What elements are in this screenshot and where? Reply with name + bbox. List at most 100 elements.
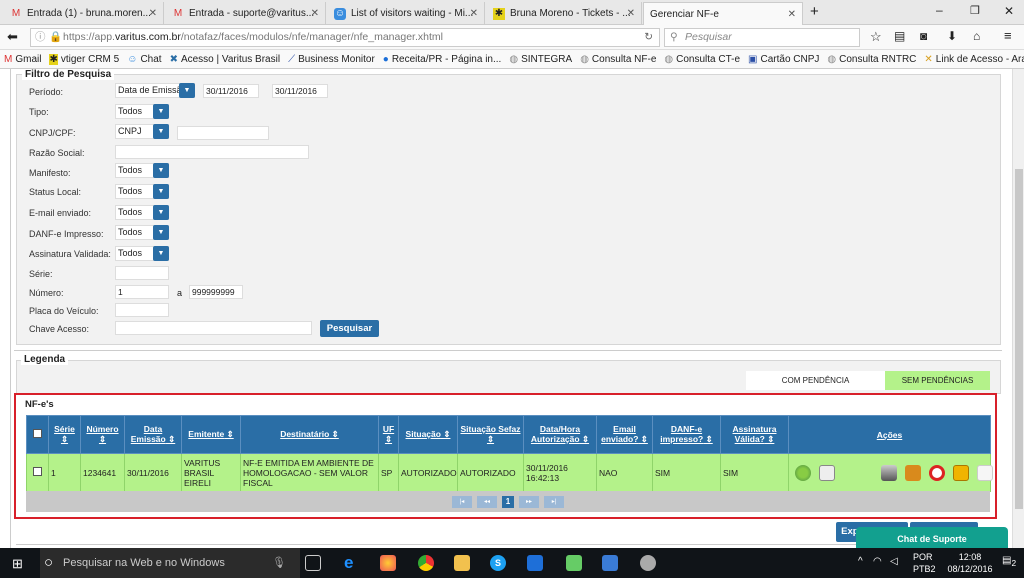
close-window-button[interactable]: ✕ — [1004, 4, 1014, 18]
firefox-icon[interactable] — [380, 555, 396, 571]
clock[interactable]: 12:08 08/12/2016 — [945, 551, 995, 575]
row-checkbox[interactable] — [26, 453, 49, 492]
restore-button[interactable]: ❐ — [970, 4, 980, 17]
col-data-autorizacao[interactable]: Data/Hora Autorização ⇕ — [523, 415, 597, 454]
scrollbar-thumb[interactable] — [1015, 169, 1023, 509]
status-select[interactable]: Todos ▼ — [115, 184, 169, 199]
bookmark-gmail[interactable]: M Gmail — [4, 54, 41, 65]
tab-visitors[interactable]: ☺ List of visitors waiting - Mi... ✕ — [328, 2, 485, 25]
next-page-button[interactable]: ▸▸ — [519, 495, 539, 508]
numero-from-input[interactable]: 1 — [115, 285, 169, 299]
col-destinatario[interactable]: Destinatário ⇕ — [240, 415, 379, 454]
task-view-icon[interactable] — [305, 555, 321, 571]
wifi-icon[interactable]: ◠ — [873, 556, 882, 567]
printer-icon[interactable] — [881, 464, 897, 481]
skype-icon[interactable]: S — [490, 555, 506, 571]
tipo-select[interactable]: Todos ▼ — [115, 104, 169, 119]
url-bar[interactable]: ⓘ 🔒 https://app.varitus.com.br/notafaz/fac… — [30, 28, 660, 47]
select-all-checkbox[interactable] — [26, 415, 49, 454]
assinatura-select[interactable]: Todos ▼ — [115, 246, 169, 261]
new-tab-button[interactable]: + — [810, 3, 819, 20]
tab-gmail-inbox[interactable]: M Entrada (1) - bruna.moren... ✕ — [4, 2, 164, 25]
scrollbar[interactable] — [1012, 69, 1024, 548]
email-open-icon[interactable] — [977, 464, 993, 481]
date-to-input[interactable]: 30/11/2016 — [272, 84, 328, 98]
home-icon[interactable]: ⌂ — [973, 29, 980, 43]
document-icon[interactable] — [602, 555, 618, 571]
col-assinatura-valida[interactable]: Assinatura Válida? ⇕ — [720, 415, 789, 454]
tab-tickets[interactable]: ✱ Bruna Moreno - Tickets - ... ✕ — [487, 2, 642, 25]
col-emitente[interactable]: Emitente ⇕ — [181, 415, 241, 454]
volume-icon[interactable]: ◁ — [890, 556, 898, 567]
edge-icon[interactable]: e — [344, 554, 360, 571]
cnpj-select[interactable]: CNPJ ▼ — [115, 124, 169, 139]
app-icon[interactable] — [566, 555, 582, 571]
table-row[interactable]: 1 1234641 30/11/2016 VARITUS BRASIL EIRE… — [26, 453, 993, 492]
search-box[interactable]: ⚲ Pesquisar — [664, 28, 860, 47]
bookmark-consulta-nfe[interactable]: ◍ Consulta NF-e — [580, 54, 656, 65]
reload-icon[interactable]: ↻ — [644, 29, 653, 46]
bookmark-receita[interactable]: ● Receita/PR - Página in... — [383, 54, 502, 65]
bookmark-consulta-cte[interactable]: ◍ Consulta CT-e — [664, 54, 740, 65]
serie-input[interactable] — [115, 266, 169, 280]
bookmark-star-icon[interactable]: ☆ — [870, 29, 882, 45]
download-icon[interactable]: ⬇ — [947, 29, 957, 43]
bookmark-link-acesso[interactable]: ✕Link de Acesso - Arara... — [924, 54, 1024, 65]
date-from-input[interactable]: 30/11/2016 — [203, 84, 259, 98]
language-indicator[interactable]: POR PTB2 — [913, 551, 936, 575]
notifications-icon[interactable]: ▤2 — [1002, 555, 1016, 568]
tab-gerenciar-nfe[interactable]: Gerenciar NF-e ✕ — [643, 2, 803, 25]
numero-to-input[interactable]: 999999999 — [189, 285, 243, 299]
page-1-button[interactable]: 1 — [502, 495, 514, 508]
bookmark-acesso[interactable]: ✖ Acesso | Varitus Brasil — [170, 54, 281, 65]
col-situacao[interactable]: Situação ⇕ — [398, 415, 458, 454]
bookmark-vtiger[interactable]: ✱ vtiger CRM 5 — [49, 53, 119, 65]
bookmark-consulta-rntrc[interactable]: ◍ Consulta RNTRC — [827, 54, 916, 65]
paint-icon[interactable] — [640, 555, 656, 571]
col-data-emissao[interactable]: Data Emissão ⇕ — [124, 415, 182, 454]
bookmark-cartao-cnpj[interactable]: ▣ Cartão CNPJ — [748, 54, 819, 65]
box-icon[interactable] — [905, 464, 921, 481]
bookmark-business-monitor[interactable]: ⟋ Business Monitor — [288, 54, 375, 65]
email-select[interactable]: Todos ▼ — [115, 205, 169, 220]
manifesto-select[interactable]: Todos ▼ — [115, 163, 169, 178]
col-numero[interactable]: Número ⇕ — [80, 415, 125, 454]
tab-gmail-suporte[interactable]: M Entrada - suporte@varitus... ✕ — [166, 2, 326, 25]
microphone-icon[interactable]: 🎙 — [272, 548, 286, 578]
chat-suporte-button[interactable]: Chat de Suporte — [856, 527, 1008, 550]
close-tab-icon[interactable]: ✕ — [311, 8, 319, 19]
check-icon[interactable] — [795, 464, 811, 481]
minimize-button[interactable]: – — [936, 3, 943, 17]
first-page-button[interactable]: |◂ — [452, 495, 472, 508]
email-icon[interactable] — [953, 464, 969, 481]
prev-page-button[interactable]: ◂◂ — [477, 495, 497, 508]
bookmark-sintegra[interactable]: ◍ SINTEGRA — [509, 54, 572, 65]
pesquisar-button[interactable]: Pesquisar — [320, 320, 379, 337]
close-tab-icon[interactable]: ✕ — [149, 8, 157, 19]
chave-acesso-input[interactable] — [115, 321, 312, 335]
danfe-select[interactable]: Todos ▼ — [115, 225, 169, 240]
tray-chevron-icon[interactable]: ^ — [858, 556, 863, 567]
pocket-icon[interactable]: ◙ — [920, 29, 927, 43]
col-uf[interactable]: UF ⇕ — [378, 415, 399, 454]
back-icon[interactable]: ⬅ — [7, 29, 18, 45]
close-tab-icon[interactable]: ✕ — [627, 8, 635, 19]
chrome-icon[interactable] — [418, 555, 434, 571]
copy-icon[interactable] — [819, 464, 835, 481]
taskbar-search[interactable]: ○ Pesquisar na Web e no Windows 🎙 — [40, 548, 300, 578]
razao-social-input[interactable] — [115, 145, 309, 159]
periodo-select[interactable]: Data de Emissão ▼ — [115, 83, 195, 98]
bookmark-chat[interactable]: ☺ Chat — [127, 54, 161, 65]
file-explorer-icon[interactable] — [454, 555, 470, 571]
cancel-icon[interactable] — [929, 464, 945, 481]
reading-list-icon[interactable]: ▤ — [894, 29, 905, 43]
col-email-enviado[interactable]: Email enviado? ⇕ — [596, 415, 653, 454]
cnpj-input[interactable] — [177, 126, 269, 140]
windows-start-icon[interactable]: ⊞ — [12, 556, 23, 572]
last-page-button[interactable]: ▸| — [544, 495, 564, 508]
close-tab-icon[interactable]: ✕ — [470, 8, 478, 19]
col-serie[interactable]: Série ⇕ — [48, 415, 81, 454]
menu-icon[interactable]: ≡ — [1004, 28, 1012, 43]
close-tab-icon[interactable]: ✕ — [788, 9, 796, 20]
col-danfe-impresso[interactable]: DANF-e impresso? ⇕ — [652, 415, 721, 454]
